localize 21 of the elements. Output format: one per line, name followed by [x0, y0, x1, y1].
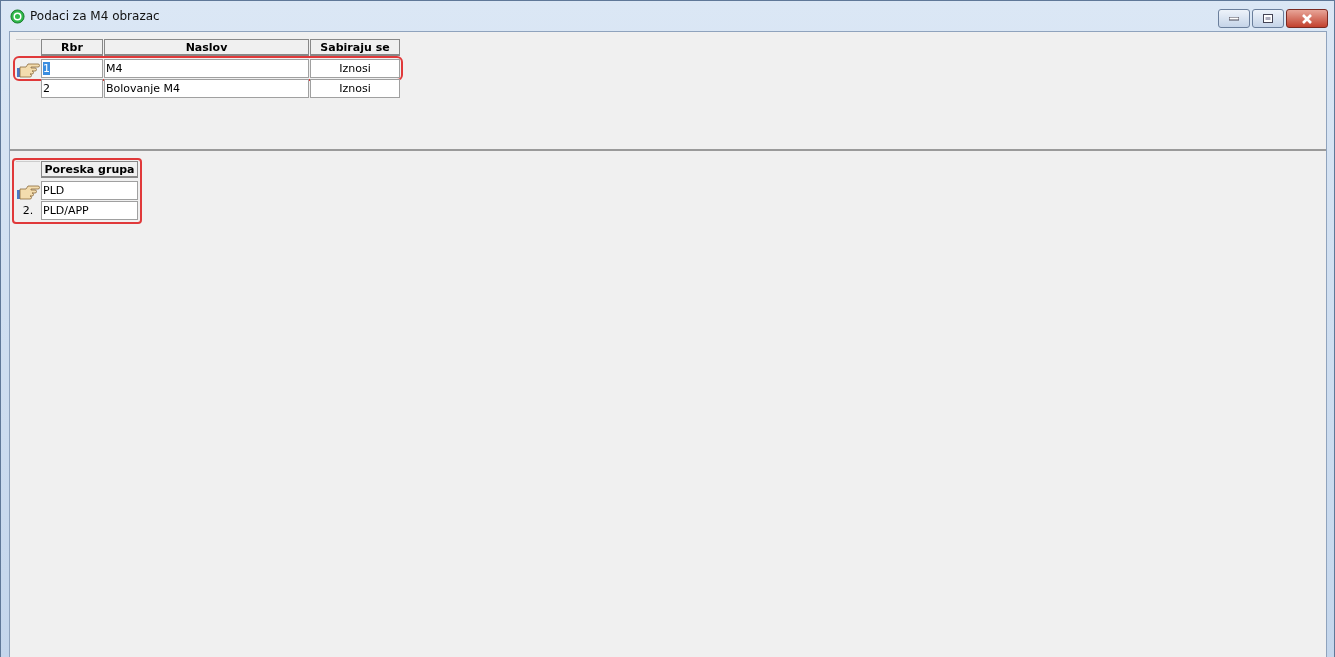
table-cell: 2 [43, 82, 50, 95]
minimize-icon [1229, 16, 1239, 21]
maximize-button[interactable] [1252, 9, 1284, 28]
column-header[interactable]: Rbr [41, 39, 103, 56]
table-cell: Iznosi [339, 62, 371, 75]
row-number: 2. [22, 204, 34, 217]
table-cell: PLD [43, 184, 65, 197]
table-cell: M4 [106, 62, 123, 75]
column-header[interactable]: Poreska grupa [41, 161, 138, 178]
maximize-icon [1263, 14, 1273, 23]
minimize-button[interactable] [1218, 9, 1250, 28]
table-cell: Iznosi [339, 82, 371, 95]
close-button[interactable] [1286, 9, 1328, 28]
column-header[interactable]: Naslov [104, 39, 309, 56]
window-title: Podaci za M4 obrazac [30, 9, 160, 23]
column-header[interactable]: Sabiraju se [310, 39, 400, 56]
close-icon [1301, 13, 1313, 24]
app-icon [10, 8, 25, 24]
table-cell: 1 [43, 62, 50, 75]
table-cell: Bolovanje M4 [106, 82, 181, 95]
table-cell: PLD/APP [43, 204, 89, 217]
